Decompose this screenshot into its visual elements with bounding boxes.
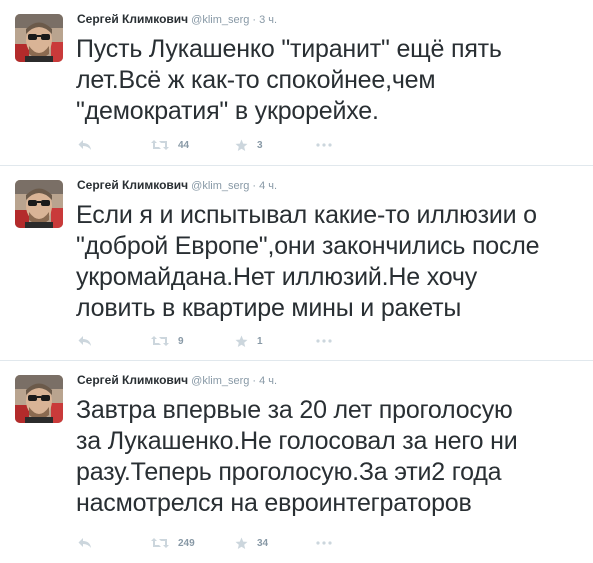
star-icon	[235, 335, 248, 347]
retweet-icon	[151, 140, 169, 150]
favorite-button[interactable]: 34	[235, 535, 268, 551]
reply-icon	[78, 336, 91, 346]
favorite-count: 3	[257, 139, 263, 151]
tweet-text-line: за Лукашенко.Не голосовал за него ни	[76, 427, 518, 455]
author-name[interactable]: Сергей Климкович	[77, 12, 188, 26]
author-username[interactable]: @klim_serg	[191, 180, 249, 192]
tweet-text-line: насмотрелся на евроинтеграторов	[76, 489, 472, 517]
separator: ·	[252, 14, 257, 26]
avatar[interactable]	[15, 375, 63, 423]
retweet-button[interactable]: 9	[151, 333, 184, 349]
tweet-header: Сергей Климкович @klim_serg · 4 ч.	[77, 372, 277, 389]
more-dots-icon	[316, 143, 332, 147]
tweet: Сергей Климкович @klim_serg · 4 ч. Завтра в…	[0, 361, 593, 563]
star-icon	[235, 537, 248, 549]
separator: ·	[252, 180, 257, 192]
retweet-button[interactable]: 44	[151, 137, 189, 153]
timestamp[interactable]: 4 ч.	[259, 180, 277, 192]
author-name[interactable]: Сергей Климкович	[77, 178, 188, 192]
more-button[interactable]	[316, 535, 332, 551]
tweet-feed: Сергей Климкович @klim_serg · 3 ч. Пусть Лу…	[0, 0, 593, 563]
tweet-text-line: "доброй Европе",они закончились после	[76, 232, 540, 260]
author-username[interactable]: @klim_serg	[191, 375, 249, 387]
retweet-icon	[151, 538, 169, 548]
tweet-text: Пусть Лукашенко "тиранит" ещё пять лет.В…	[76, 34, 586, 127]
tweet-header: Сергей Климкович @klim_serg · 3 ч.	[77, 11, 277, 28]
author-name[interactable]: Сергей Климкович	[77, 373, 188, 387]
more-button[interactable]	[316, 333, 332, 349]
retweet-count: 44	[178, 139, 190, 151]
tweet-text-line: разу.Теперь проголосую.За эти2 года	[76, 458, 502, 486]
tweet-text: Если я и испытывал какие-то иллюзии о "д…	[76, 200, 586, 324]
reply-icon	[78, 538, 91, 548]
tweet-text-line: ловить в квартире мины и ракеты	[76, 294, 462, 322]
tweet-text-line: Пусть Лукашенко "тиранит" ещё пять	[76, 35, 502, 63]
more-button[interactable]	[316, 137, 332, 153]
reply-button[interactable]	[78, 333, 92, 349]
separator: ·	[252, 375, 257, 387]
author-username[interactable]: @klim_serg	[191, 14, 249, 26]
reply-button[interactable]	[78, 137, 92, 153]
tweet: Сергей Климкович @klim_serg · 4 ч. Если я и…	[0, 166, 593, 361]
retweet-icon	[151, 336, 169, 346]
timestamp[interactable]: 3 ч.	[259, 14, 277, 26]
favorite-button[interactable]: 3	[235, 137, 263, 153]
tweet-header: Сергей Климкович @klim_serg · 4 ч.	[77, 177, 277, 194]
tweet-text-line: Завтра впервые за 20 лет проголосую	[76, 396, 513, 424]
tweet-text-line: лет.Всё ж как-то спокойнее,чем	[76, 66, 436, 94]
favorite-count: 1	[257, 335, 263, 347]
tweet-text-line: "демократия" в укрорейхе.	[76, 97, 379, 125]
avatar[interactable]	[15, 180, 63, 228]
favorite-button[interactable]: 1	[235, 333, 263, 349]
reply-button[interactable]	[78, 535, 92, 551]
favorite-count: 34	[257, 537, 269, 549]
reply-icon	[78, 140, 91, 150]
tweet: Сергей Климкович @klim_serg · 3 ч. Пусть Лу…	[0, 0, 593, 166]
retweet-button[interactable]: 249	[151, 535, 195, 551]
timestamp[interactable]: 4 ч.	[259, 375, 277, 387]
tweet-text-line: Если я и испытывал какие-то иллюзии о	[76, 201, 537, 229]
star-icon	[235, 139, 248, 151]
tweet-text-line: укромайдана.Нет иллюзий.Не хочу	[76, 263, 478, 291]
tweet-text: Завтра впервые за 20 лет проголосую за Л…	[76, 395, 586, 519]
retweet-count: 249	[178, 537, 195, 549]
avatar[interactable]	[15, 14, 63, 62]
more-dots-icon	[316, 541, 332, 545]
retweet-count: 9	[178, 335, 184, 347]
more-dots-icon	[316, 339, 332, 343]
